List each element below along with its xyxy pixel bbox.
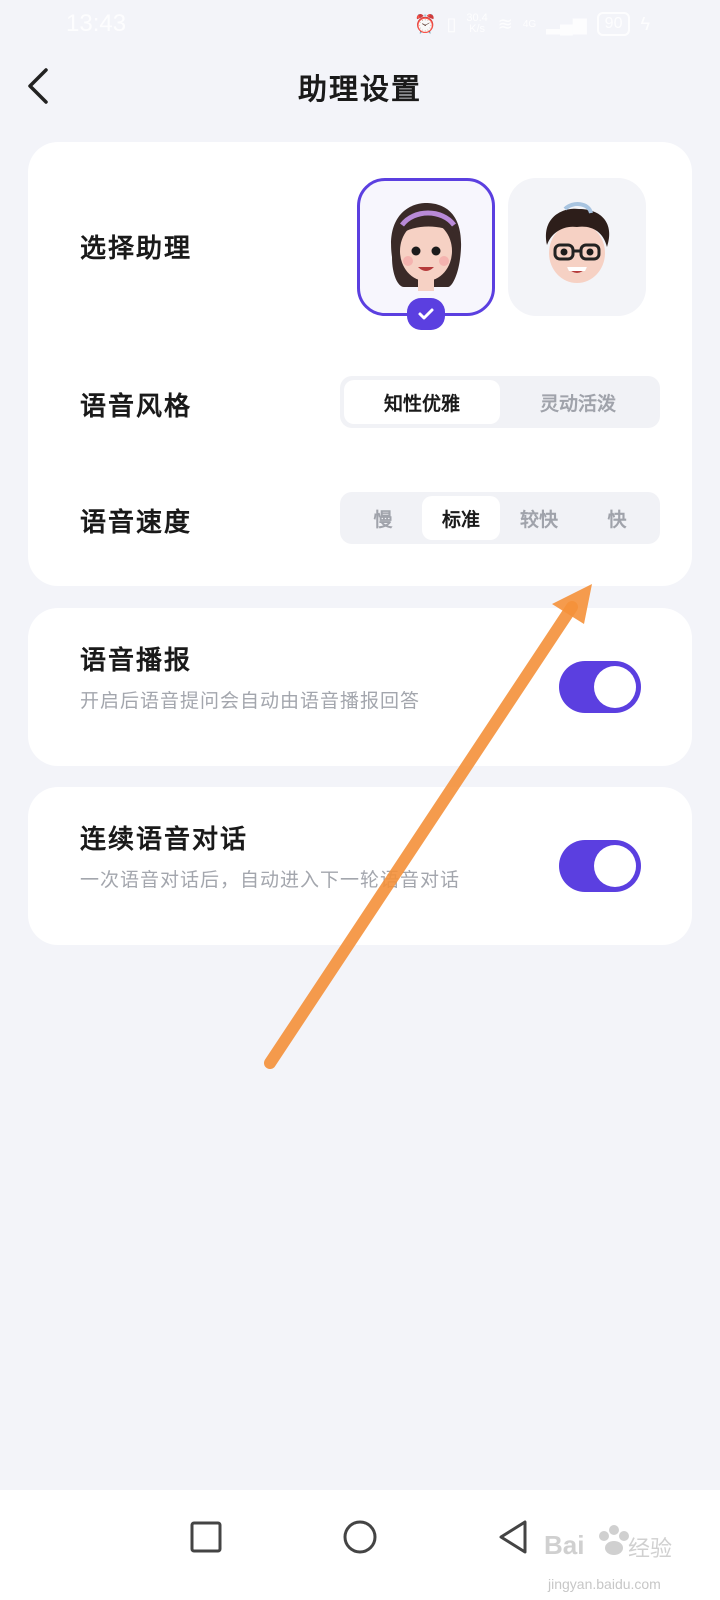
continuous-dialog-label: 连续语音对话	[80, 825, 249, 855]
network-type: 4G	[522, 18, 537, 30]
continuous-dialog-toggle[interactable]	[559, 840, 641, 892]
network-speed-unit: K/s	[469, 23, 486, 35]
voice-broadcast-description: 开启后语音提问会自动由语音播报回答	[80, 690, 421, 712]
voice-style-option-lively[interactable]: 灵动活泼	[500, 380, 656, 424]
nav-back-button[interactable]	[489, 1512, 539, 1562]
voice-style-option-elegant[interactable]: 知性优雅	[344, 380, 500, 424]
male-avatar-icon	[545, 202, 610, 283]
voice-broadcast-label: 语音播报	[80, 646, 193, 676]
voice-speed-option-faster[interactable]: 较快	[500, 496, 578, 540]
toggle-knob	[594, 666, 636, 708]
watermark-url: jingyan.baidu.com	[548, 1576, 661, 1592]
page-title: 助理设置	[297, 72, 422, 106]
recents-button[interactable]	[181, 1512, 231, 1562]
voice-speed-option-fast[interactable]: 快	[578, 496, 656, 540]
svg-text:经验: 经验	[628, 1537, 672, 1562]
baidu-jingyan-watermark: Bai 经验	[542, 1518, 672, 1584]
battery-indicator: 90	[596, 12, 631, 36]
voice-speed-option-slow[interactable]: 慢	[344, 496, 422, 540]
selected-check-badge	[407, 298, 445, 330]
voice-style-selector: 知性优雅 灵动活泼	[340, 376, 660, 428]
home-circle-icon	[343, 1520, 377, 1554]
voice-broadcast-toggle[interactable]	[559, 661, 641, 713]
alarm-icon: ⏰	[414, 13, 437, 34]
status-icons: ⏰ ▯ 30.4 K/s ≋ 4G ▂▄▆ 90 ϟ	[414, 12, 650, 36]
assistant-settings-card: 选择助理 语音风格 知性优雅 灵动活泼 语音速度 慢 标准 较快 快	[28, 142, 692, 586]
vibrate-icon: ▯	[446, 13, 457, 34]
status-bar: 13:43 ⏰ ▯ 30.4 K/s ≋ 4G ▂▄▆ 90 ϟ	[0, 0, 720, 48]
home-button[interactable]	[335, 1512, 385, 1562]
select-assistant-label: 选择助理	[80, 234, 193, 264]
signal-icon: ▂▄▆	[546, 13, 587, 34]
toggle-knob	[594, 845, 636, 887]
charging-icon: ϟ	[640, 13, 650, 34]
female-avatar-icon	[391, 203, 462, 291]
continuous-dialog-description: 一次语音对话后，自动进入下一轮语音对话	[80, 869, 461, 891]
voice-broadcast-card: 语音播报 开启后语音提问会自动由语音播报回答	[28, 608, 692, 766]
check-icon	[418, 308, 434, 320]
voice-speed-label: 语音速度	[80, 508, 193, 538]
wifi-icon: ≋	[497, 13, 513, 34]
voice-speed-selector: 慢 标准 较快 快	[340, 492, 660, 544]
recents-square-icon	[190, 1521, 222, 1553]
male-avatar-option[interactable]	[508, 178, 646, 316]
network-speed: 30.4 K/s	[466, 13, 487, 35]
continuous-dialog-card: 连续语音对话 一次语音对话后，自动进入下一轮语音对话	[28, 787, 692, 945]
status-time: 13:43	[66, 10, 127, 37]
baidu-paw-logo: Bai 经验	[544, 1525, 672, 1562]
svg-text:Bai: Bai	[544, 1530, 584, 1560]
voice-speed-option-standard[interactable]: 标准	[422, 496, 500, 540]
voice-style-label: 语音风格	[80, 392, 193, 422]
back-triangle-icon	[499, 1520, 527, 1554]
female-avatar-option[interactable]	[357, 178, 495, 330]
